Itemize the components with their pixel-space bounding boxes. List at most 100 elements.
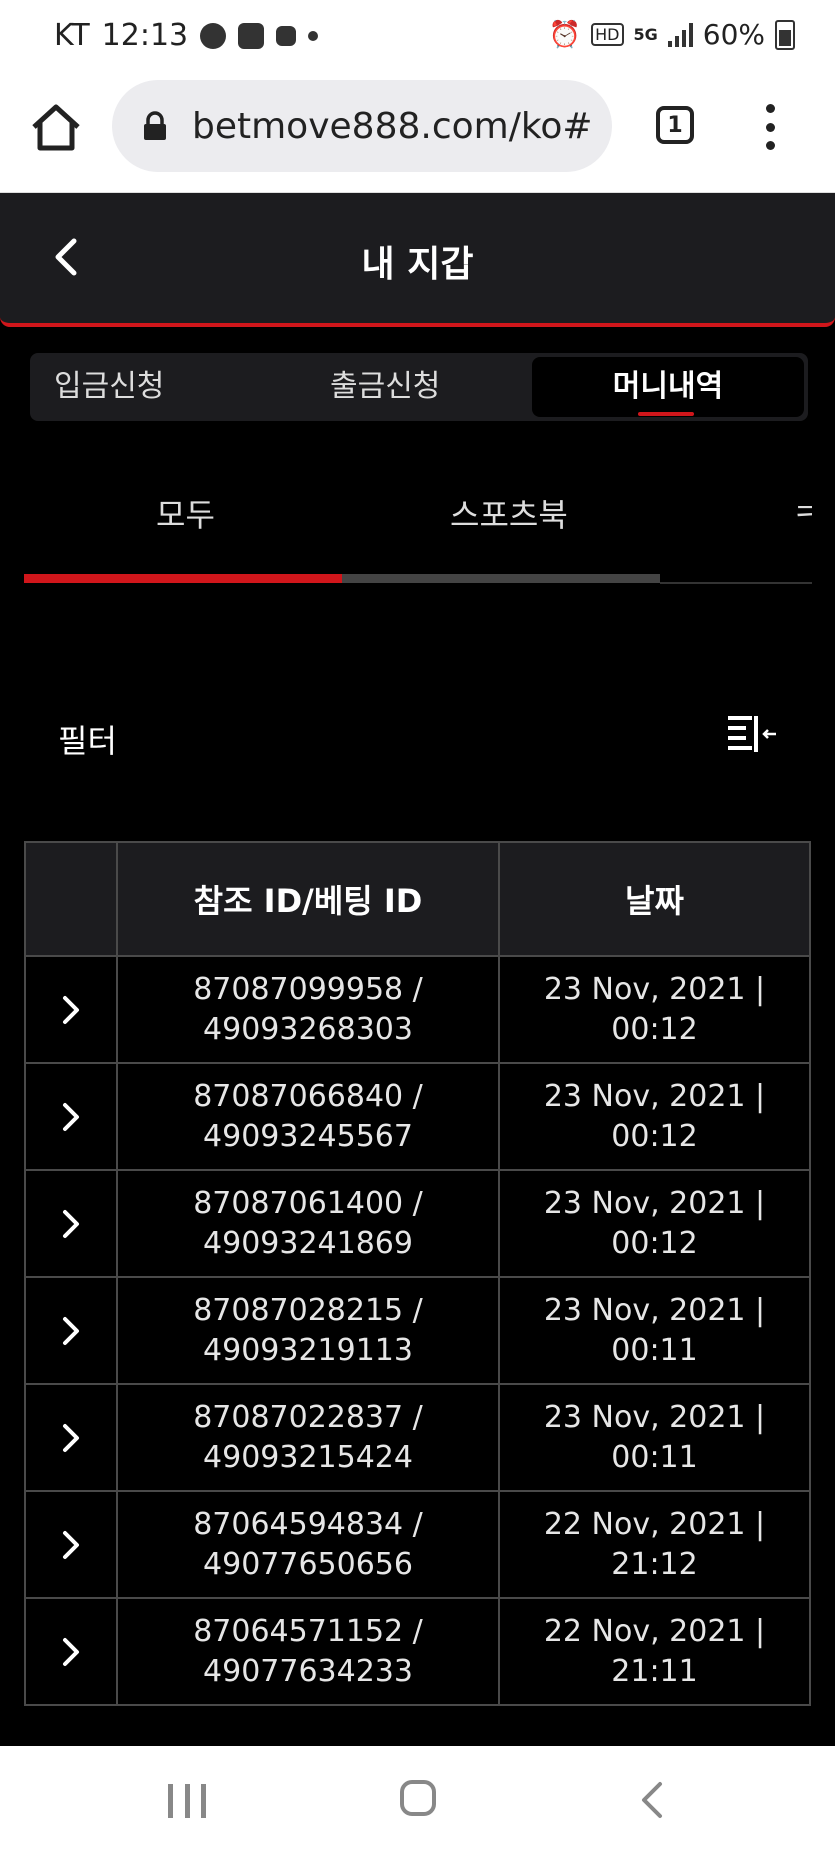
category-scroll-indicator xyxy=(24,574,342,583)
expand-column-header xyxy=(24,841,118,957)
time-value: 00:11 xyxy=(611,1439,698,1475)
time-value: 21:11 xyxy=(611,1653,698,1689)
chat-notification-icon xyxy=(200,22,227,49)
reference-id-column-header: 참조 ID/베팅 ID xyxy=(116,841,500,957)
time-value: 00:11 xyxy=(611,1332,698,1368)
bet-id: 49093219113 xyxy=(203,1332,413,1368)
tab-money-history[interactable]: 머니내역 xyxy=(532,357,804,417)
reference-id: 87087028215 / xyxy=(193,1292,423,1328)
page-title: 내 지갑 xyxy=(361,244,474,285)
time-value: 00:12 xyxy=(611,1011,698,1047)
chevron-right-icon[interactable] xyxy=(61,1636,81,1668)
wallet-tabs: 입금신청 출금신청 머니내역 xyxy=(30,353,808,421)
time-value: 00:12 xyxy=(611,1118,698,1154)
reference-id: 87087022837 / xyxy=(193,1399,423,1435)
date-cell: 22 Nov, 2021 | 21:11 xyxy=(498,1597,811,1706)
recent-apps-icon[interactable] xyxy=(168,1784,206,1818)
time-value: 00:12 xyxy=(611,1225,698,1261)
reference-cell: 87087099958 / 49093268303 xyxy=(116,955,500,1064)
date-value: 22 Nov, 2021 | xyxy=(543,1613,766,1649)
date-cell: 23 Nov, 2021 | 00:12 xyxy=(498,955,811,1064)
chevron-right-icon[interactable] xyxy=(61,1315,81,1347)
more-notifications-dot-icon xyxy=(308,30,319,41)
date-cell: 23 Nov, 2021 | 00:12 xyxy=(498,1169,811,1278)
address-bar[interactable]: betmove888.com/ko# xyxy=(112,80,612,172)
chevron-right-icon[interactable] xyxy=(61,994,81,1026)
category-divider xyxy=(660,582,812,584)
bet-id: 49093245567 xyxy=(203,1118,413,1154)
date-cell: 23 Nov, 2021 | 00:12 xyxy=(498,1062,811,1171)
bet-id: 49093215424 xyxy=(203,1439,413,1475)
date-cell: 22 Nov, 2021 | 21:12 xyxy=(498,1490,811,1599)
chevron-right-icon[interactable] xyxy=(61,1529,81,1561)
table-row[interactable]: 87064571152 /49077634233 22 Nov, 2021 | 2… xyxy=(24,1597,811,1706)
date-value: 23 Nov, 2021 | xyxy=(543,1399,766,1435)
clock: 12:13 xyxy=(101,18,189,53)
chevron-right-icon[interactable] xyxy=(61,1208,81,1240)
bet-id: 49093241869 xyxy=(203,1225,413,1261)
reference-id: 87064594834 / xyxy=(193,1506,423,1542)
tab-deposit[interactable]: 입금신청 xyxy=(54,353,164,421)
reference-id: 87087061400 / xyxy=(193,1185,423,1221)
table-row[interactable]: 87087099958 / 49093268303 23 Nov, 2021 | 0… xyxy=(24,955,811,1064)
table-row[interactable]: 87087028215 / 49093219113 23 Nov, 2021 | 0… xyxy=(24,1276,811,1385)
filter-sort-icon[interactable] xyxy=(726,712,778,756)
reference-id: 87064571152 / xyxy=(193,1613,423,1649)
date-value: 23 Nov, 2021 | xyxy=(543,1185,766,1221)
alarm-icon: ⏰ xyxy=(548,19,582,50)
money-history-table: 참조 ID/베팅 ID 날짜 87087099958 / 49093268303 … xyxy=(24,841,811,1706)
table-row[interactable]: 87087022837 / 49093215424 23 Nov, 2021 | 0… xyxy=(24,1383,811,1492)
url-text: betmove888.com/ko# xyxy=(192,105,593,147)
date-cell: 23 Nov, 2021 | 00:11 xyxy=(498,1276,811,1385)
carrier-label: KT xyxy=(54,18,90,53)
date-value: 23 Nov, 2021 | xyxy=(543,1078,766,1114)
category-tab-all[interactable]: 모두 xyxy=(156,490,215,536)
date-column-header: 날짜 xyxy=(498,841,811,957)
category-tab-partial[interactable]: ㅋ xyxy=(792,490,812,536)
filter-label: 필터 xyxy=(58,722,117,760)
date-value: 23 Nov, 2021 | xyxy=(543,1292,766,1328)
reference-cell: 87064594834 / 49077650656 xyxy=(116,1490,500,1599)
reference-id: 87087099958 / xyxy=(193,971,423,1007)
tab-switcher-button[interactable]: 1 xyxy=(656,106,694,144)
time-value: 21:12 xyxy=(611,1546,698,1582)
date-cell: 23 Nov, 2021 | 00:11 xyxy=(498,1383,811,1492)
table-row[interactable]: 87087066840 / 49093245567 23 Nov, 2021 | 0… xyxy=(24,1062,811,1171)
table-row[interactable]: 87064594834 /49077650656 22 Nov, 2021 | 2… xyxy=(24,1490,811,1599)
date-value: 23 Nov, 2021 | xyxy=(543,971,766,1007)
table-row[interactable]: 87087061400 / 49093241869 23 Nov, 2021 | 0… xyxy=(24,1169,811,1278)
chevron-right-icon[interactable] xyxy=(61,1101,81,1133)
table-header-row: 참조 ID/베팅 ID 날짜 xyxy=(24,841,811,957)
home-button-icon[interactable] xyxy=(400,1780,436,1816)
tab-withdraw[interactable]: 출금신청 xyxy=(330,353,440,421)
reference-cell: 87087061400 / 49093241869 xyxy=(116,1169,500,1278)
status-left: KT 12:13 xyxy=(54,18,319,53)
bet-id: 49077634233 xyxy=(203,1653,413,1689)
network-type-label: 5G xyxy=(633,25,658,44)
browser-menu-icon[interactable] xyxy=(760,104,780,150)
home-icon[interactable] xyxy=(28,100,84,156)
browser-toolbar: betmove888.com/ko# 1 xyxy=(0,76,835,193)
system-navigation-bar xyxy=(0,1746,835,1856)
category-tab-sportsbook[interactable]: 스포츠북 xyxy=(450,490,568,536)
reference-cell: 87064571152 / 49077634233 xyxy=(116,1597,500,1706)
naver-notification-icon xyxy=(238,22,265,49)
bet-id: 49077650656 xyxy=(203,1546,413,1582)
reference-id: 87087066840 / xyxy=(193,1078,423,1114)
bet-id: 49093268303 xyxy=(203,1011,413,1047)
check-notification-icon xyxy=(276,25,297,46)
signal-strength-icon xyxy=(667,22,693,47)
reference-cell: 87087028215 / 49093219113 xyxy=(116,1276,500,1385)
system-back-icon[interactable] xyxy=(640,1780,664,1820)
chevron-right-icon[interactable] xyxy=(61,1422,81,1454)
page-header: 내 지갑 xyxy=(0,193,835,327)
battery-percent: 60% xyxy=(702,18,765,51)
battery-icon xyxy=(775,19,795,50)
status-right: ⏰ HD 5G 60% xyxy=(549,18,795,51)
reference-cell: 87087066840 / 49093245567 xyxy=(116,1062,500,1171)
lock-icon xyxy=(144,111,166,140)
date-value: 22 Nov, 2021 | xyxy=(543,1506,766,1542)
hd-voice-icon: HD xyxy=(591,23,624,46)
active-tab-underline xyxy=(638,412,694,416)
status-bar: KT 12:13 ⏰ HD 5G 60% xyxy=(0,0,835,76)
